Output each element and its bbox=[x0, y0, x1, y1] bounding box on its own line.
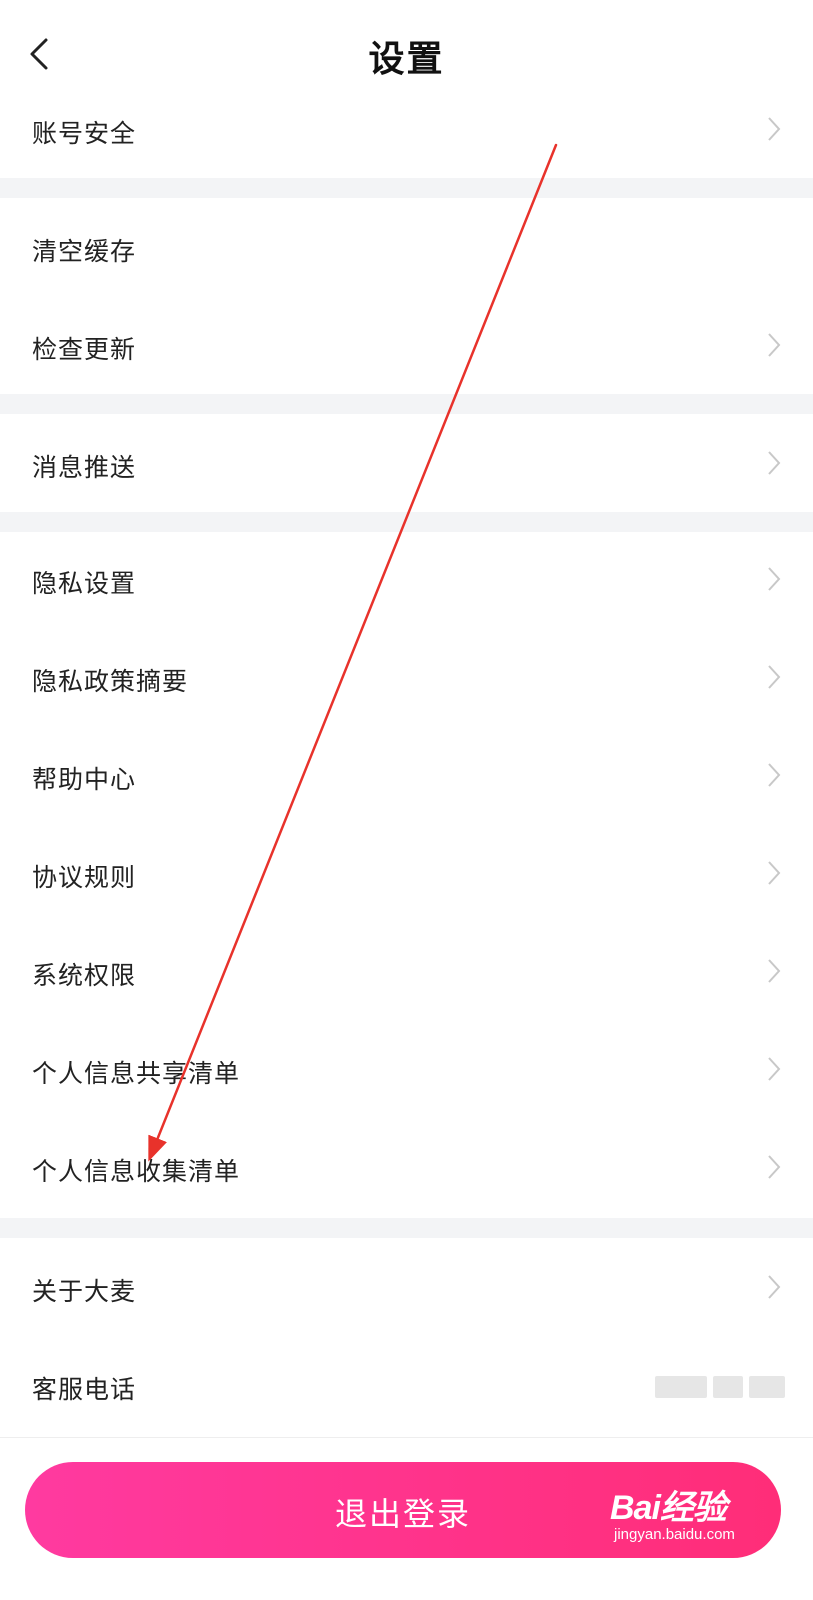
chevron-right-icon bbox=[768, 567, 781, 591]
settings-item-push-notifications[interactable]: 消息推送 bbox=[0, 414, 813, 512]
settings-item-label: 关于大麦 bbox=[32, 1277, 137, 1306]
settings-item-label: 个人信息收集清单 bbox=[32, 1157, 241, 1186]
chevron-right-icon bbox=[768, 451, 781, 475]
settings-item-clear-cache[interactable]: 清空缓存 bbox=[0, 198, 813, 296]
settings-item-label: 个人信息共享清单 bbox=[32, 1059, 241, 1088]
settings-item-label: 检查更新 bbox=[32, 335, 137, 364]
chevron-right-icon bbox=[768, 763, 781, 787]
settings-item-account-security[interactable]: 账号安全 bbox=[0, 80, 813, 178]
settings-item-label: 消息推送 bbox=[32, 453, 137, 482]
chevron-right-icon bbox=[768, 665, 781, 689]
page-title: 设置 bbox=[368, 39, 445, 80]
chevron-right-icon bbox=[768, 1057, 781, 1081]
settings-item-info-sharing-list[interactable]: 个人信息共享清单 bbox=[0, 1022, 813, 1120]
settings-item-label: 隐私政策摘要 bbox=[32, 667, 189, 696]
logout-button[interactable]: 退出登录 bbox=[25, 1462, 781, 1558]
section-divider bbox=[0, 1218, 813, 1238]
settings-item-privacy-policy-summary[interactable]: 隐私政策摘要 bbox=[0, 630, 813, 728]
settings-screen: 设置 账号安全 清空缓存 检查更新 消息推送 隐私设置 隐私政策摘要 帮助中心 … bbox=[0, 0, 813, 1600]
phone-number-redacted bbox=[655, 1376, 785, 1398]
settings-item-label: 系统权限 bbox=[32, 961, 137, 990]
settings-item-system-permissions[interactable]: 系统权限 bbox=[0, 924, 813, 1022]
settings-item-label: 协议规则 bbox=[32, 863, 137, 892]
chevron-right-icon bbox=[768, 861, 781, 885]
section-divider bbox=[0, 394, 813, 414]
settings-item-label: 帮助中心 bbox=[32, 765, 137, 794]
settings-item-privacy-settings[interactable]: 隐私设置 bbox=[0, 532, 813, 630]
chevron-right-icon bbox=[768, 1155, 781, 1179]
chevron-left-icon bbox=[30, 38, 48, 70]
chevron-right-icon bbox=[768, 1275, 781, 1299]
list-bottom-divider bbox=[0, 1437, 813, 1438]
settings-item-label: 账号安全 bbox=[32, 119, 137, 148]
chevron-right-icon bbox=[768, 333, 781, 357]
section-divider bbox=[0, 178, 813, 198]
chevron-right-icon bbox=[768, 959, 781, 983]
settings-item-label: 隐私设置 bbox=[32, 569, 137, 598]
chevron-right-icon bbox=[768, 117, 781, 141]
logout-button-label: 退出登录 bbox=[334, 1495, 471, 1533]
settings-item-check-update[interactable]: 检查更新 bbox=[0, 296, 813, 394]
settings-item-help-center[interactable]: 帮助中心 bbox=[0, 728, 813, 826]
settings-item-info-collection-list[interactable]: 个人信息收集清单 bbox=[0, 1120, 813, 1218]
settings-item-label: 客服电话 bbox=[32, 1375, 137, 1404]
settings-item-agreement-rules[interactable]: 协议规则 bbox=[0, 826, 813, 924]
settings-item-about[interactable]: 关于大麦 bbox=[0, 1238, 813, 1336]
settings-item-label: 清空缓存 bbox=[32, 237, 137, 266]
section-divider bbox=[0, 512, 813, 532]
back-button[interactable] bbox=[22, 34, 62, 74]
